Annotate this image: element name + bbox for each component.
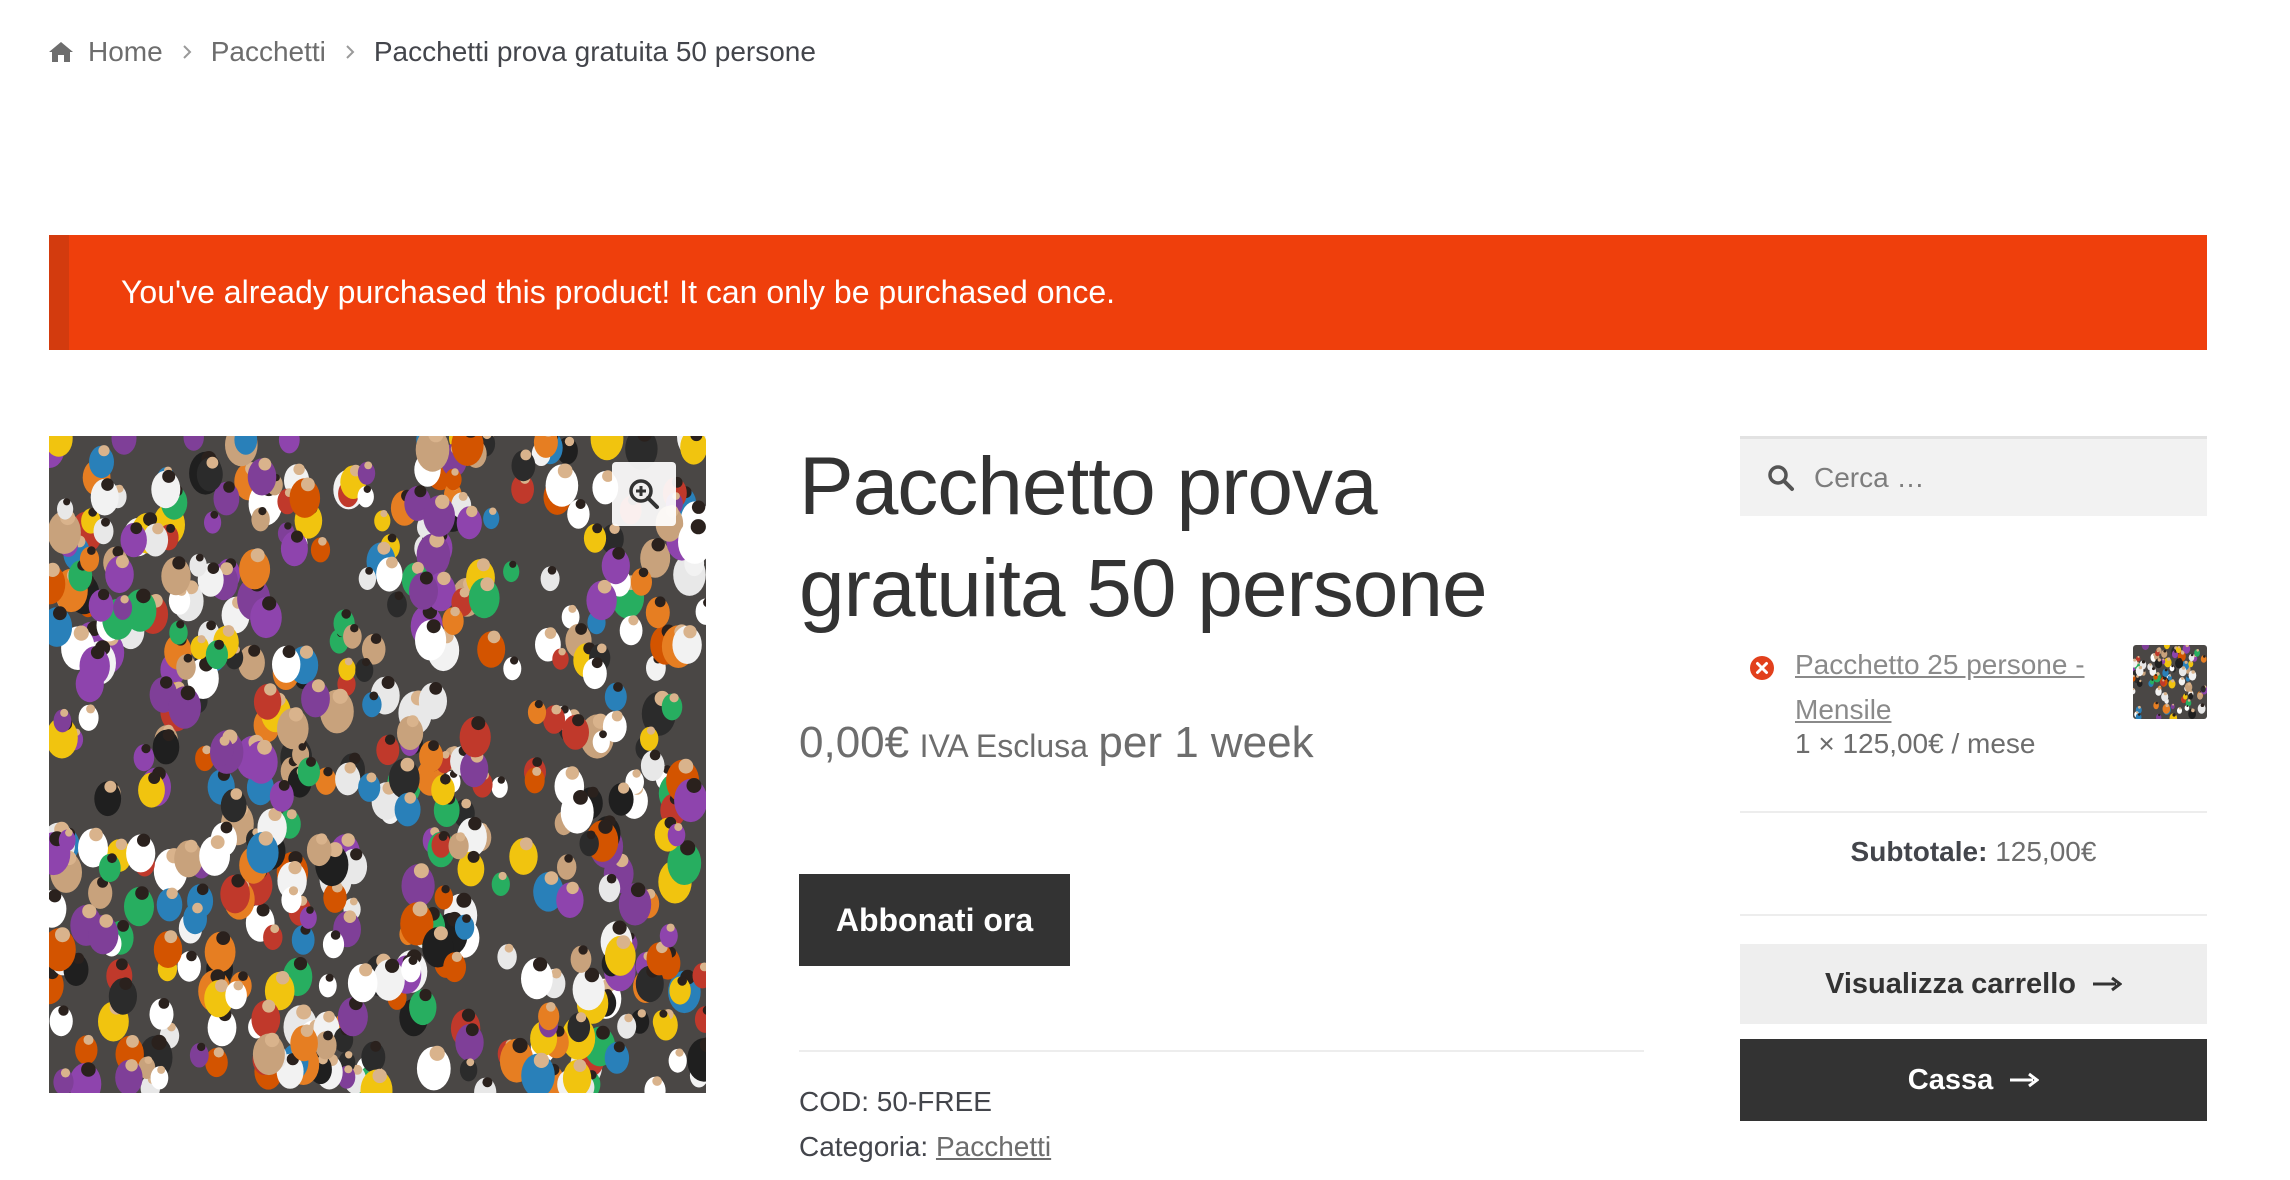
arrow-right-icon [2092,976,2122,992]
breadcrumb-current: Pacchetti prova gratuita 50 persone [373,36,816,67]
crowd-photo [49,436,706,1093]
category-link[interactable]: Pacchetti [936,1131,1051,1162]
tax-note: IVA Esclusa [919,728,1088,764]
search-box [1740,436,2207,516]
cart-item-link[interactable]: Pacchetto 25 persone - Mensile [1795,642,2095,732]
category-label: Categoria: [799,1131,929,1162]
home-icon [48,39,74,65]
sku-label: COD: [799,1086,869,1117]
product-title: Pacchetto prova gratuita 50 persone [799,441,1488,634]
product-image[interactable] [49,436,706,1093]
product-summary: Pacchetto prova gratuita 50 persone 0,00… [799,436,1644,1162]
error-notice: You've already purchased this product! I… [49,235,2207,350]
search-icon [1766,463,1796,493]
chevron-right-icon [181,42,193,62]
view-cart-label: Visualizza carrello [1825,967,2076,1000]
zoom-button[interactable] [612,462,676,526]
divider [799,1050,1644,1052]
crowd-thumbnail [2133,645,2207,719]
breadcrumb-pacchetti-link[interactable]: Pacchetti [211,36,326,68]
subscription-period: per 1 week [1098,718,1314,767]
divider [1740,914,2207,916]
checkout-label: Cassa [1907,1063,1994,1096]
breadcrumb-home-link[interactable]: Home [88,36,163,68]
checkout-button[interactable]: Cassa [1740,1039,2207,1121]
mini-cart-item: Pacchetto 25 persone - Mensile 1 × 125,0… [1740,645,2207,798]
breadcrumb: Home Pacchetti Pacchetti prova gratuita … [48,30,816,74]
divider [1740,811,2207,813]
cart-subtotal: Subtotale: 125,00€ [1740,836,2207,868]
view-cart-button[interactable]: Visualizza carrello [1740,944,2207,1024]
cart-item-thumbnail[interactable] [2133,645,2207,719]
sku-value: 50-FREE [876,1086,992,1117]
notice-text: You've already purchased this product! I… [121,274,1116,310]
chevron-right-icon [344,42,356,62]
price: 0,00€ IVA Esclusa per 1 week [799,718,1314,768]
subtotal-value: 125,00€ [1995,836,2097,867]
arrow-right-icon [2009,1072,2040,1088]
subtotal-label: Subtotale: [1850,836,1988,867]
zoom-in-icon [629,479,659,509]
subscribe-button[interactable]: Abbonati ora [799,874,1070,966]
cart-item-quantity: 1 × 125,00€ / mese [1795,728,2036,759]
product-sku: COD: 50-FREE [799,1086,992,1118]
search-input[interactable] [1812,460,2196,495]
product-category: Categoria: Pacchetti [799,1131,1051,1163]
price-amount: 0,00€ [799,718,910,767]
remove-icon[interactable] [1749,655,1775,681]
